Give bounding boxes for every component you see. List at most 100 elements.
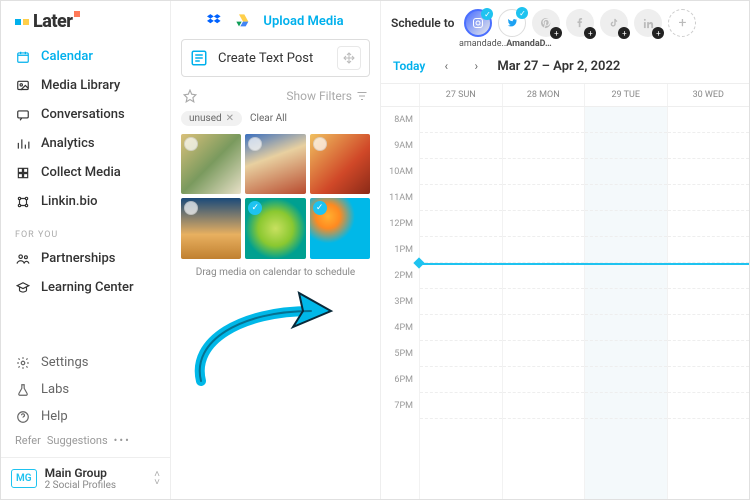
social-facebook[interactable]: +: [566, 9, 594, 37]
clear-all-button[interactable]: Clear All: [250, 113, 287, 124]
time-slot[interactable]: [420, 263, 502, 289]
suggestions-link[interactable]: Suggestions: [47, 434, 108, 447]
nav-media-library[interactable]: Media Library: [1, 71, 170, 100]
time-slot[interactable]: [668, 263, 750, 289]
nav-labs[interactable]: Labs: [1, 376, 170, 403]
prev-week-button[interactable]: ‹: [437, 57, 455, 75]
time-slot[interactable]: [503, 107, 585, 133]
nav-analytics[interactable]: Analytics: [1, 129, 170, 158]
day-column[interactable]: [502, 107, 585, 499]
time-slot[interactable]: [503, 393, 585, 419]
time-slot[interactable]: [503, 237, 585, 263]
select-check-icon[interactable]: ✓: [313, 201, 327, 215]
social-pinterest[interactable]: +: [532, 9, 560, 37]
google-drive-icon[interactable]: [235, 13, 251, 29]
time-slot[interactable]: [668, 133, 750, 159]
time-slot[interactable]: [668, 315, 750, 341]
day-column[interactable]: [419, 107, 502, 499]
drag-handle-icon[interactable]: [337, 46, 361, 70]
favorites-icon[interactable]: [183, 89, 197, 103]
select-check-icon[interactable]: ✓: [248, 137, 262, 151]
day-column[interactable]: [667, 107, 750, 499]
remove-tag-icon[interactable]: ✕: [226, 113, 234, 124]
nav-label: Help: [41, 409, 68, 424]
time-slot[interactable]: [420, 315, 502, 341]
group-switcher[interactable]: MG Main Group 2 Social Profiles ˄˅: [1, 457, 170, 499]
social-linkedin[interactable]: +: [634, 9, 662, 37]
time-slot[interactable]: [668, 341, 750, 367]
time-slot[interactable]: [668, 159, 750, 185]
create-text-post[interactable]: Create Text Post: [181, 39, 370, 77]
time-slot[interactable]: [585, 367, 667, 393]
time-slot[interactable]: [585, 107, 667, 133]
time-slot[interactable]: [585, 393, 667, 419]
time-slot[interactable]: [503, 263, 585, 289]
time-slot[interactable]: [503, 211, 585, 237]
time-slot[interactable]: [585, 133, 667, 159]
show-filters-button[interactable]: Show Filters: [286, 89, 368, 103]
upload-media-button[interactable]: Upload Media: [263, 14, 343, 29]
time-slot[interactable]: [585, 263, 667, 289]
nav-settings[interactable]: Settings: [1, 349, 170, 376]
social-tiktok[interactable]: +: [600, 9, 628, 37]
time-slot[interactable]: [420, 237, 502, 263]
time-slot[interactable]: [420, 367, 502, 393]
social-instagram[interactable]: ✓: [464, 9, 492, 37]
nav-linkinbio[interactable]: Linkin.bio: [1, 187, 170, 216]
nav-calendar[interactable]: Calendar: [1, 42, 170, 71]
time-slot[interactable]: [420, 393, 502, 419]
time-slot[interactable]: [585, 341, 667, 367]
time-slot[interactable]: [585, 237, 667, 263]
refer-link[interactable]: Refer: [15, 434, 41, 447]
time-slot[interactable]: [503, 159, 585, 185]
time-slot[interactable]: [585, 185, 667, 211]
time-slot[interactable]: [420, 133, 502, 159]
calendar-grid[interactable]: 8AM9AM10AM11AM12PM1PM2PM3PM4PM5PM6PM7PM: [381, 107, 749, 499]
nav-learning-center[interactable]: Learning Center: [1, 273, 170, 302]
time-slot[interactable]: [668, 367, 750, 393]
day-column[interactable]: [584, 107, 667, 499]
media-thumb[interactable]: ✓: [245, 134, 305, 194]
time-slot[interactable]: [420, 107, 502, 133]
media-thumb[interactable]: ✓: [181, 134, 241, 194]
time-slot[interactable]: [420, 341, 502, 367]
time-slot[interactable]: [585, 159, 667, 185]
nav-partnerships[interactable]: Partnerships: [1, 244, 170, 273]
time-slot[interactable]: [503, 133, 585, 159]
media-thumb[interactable]: ✓: [245, 198, 305, 258]
time-slot[interactable]: [420, 211, 502, 237]
social-add[interactable]: +: [668, 9, 696, 37]
media-thumb[interactable]: ✓: [310, 134, 370, 194]
time-slot[interactable]: [585, 315, 667, 341]
select-check-icon[interactable]: ✓: [184, 137, 198, 151]
select-check-icon[interactable]: ✓: [184, 201, 198, 215]
time-slot[interactable]: [668, 211, 750, 237]
time-slot[interactable]: [503, 185, 585, 211]
time-slot[interactable]: [585, 289, 667, 315]
time-slot[interactable]: [668, 289, 750, 315]
dropbox-icon[interactable]: [207, 13, 223, 29]
select-check-icon[interactable]: ✓: [248, 201, 262, 215]
time-slot[interactable]: [668, 237, 750, 263]
time-slot[interactable]: [503, 315, 585, 341]
next-week-button[interactable]: ›: [467, 57, 485, 75]
select-check-icon[interactable]: ✓: [313, 137, 327, 151]
media-thumb[interactable]: ✓: [310, 198, 370, 258]
media-thumb[interactable]: ✓: [181, 198, 241, 258]
time-slot[interactable]: [585, 211, 667, 237]
time-slot[interactable]: [503, 367, 585, 393]
nav-help[interactable]: Help: [1, 403, 170, 430]
time-slot[interactable]: [668, 107, 750, 133]
time-slot[interactable]: [668, 393, 750, 419]
social-twitter[interactable]: ✓: [498, 9, 526, 37]
time-slot[interactable]: [420, 289, 502, 315]
time-slot[interactable]: [668, 185, 750, 211]
time-slot[interactable]: [420, 185, 502, 211]
time-slot[interactable]: [503, 341, 585, 367]
more-icon[interactable]: •••: [114, 434, 131, 447]
nav-collect-media[interactable]: Collect Media: [1, 158, 170, 187]
today-button[interactable]: Today: [393, 59, 425, 73]
time-slot[interactable]: [420, 159, 502, 185]
nav-conversations[interactable]: Conversations: [1, 100, 170, 129]
time-slot[interactable]: [503, 289, 585, 315]
